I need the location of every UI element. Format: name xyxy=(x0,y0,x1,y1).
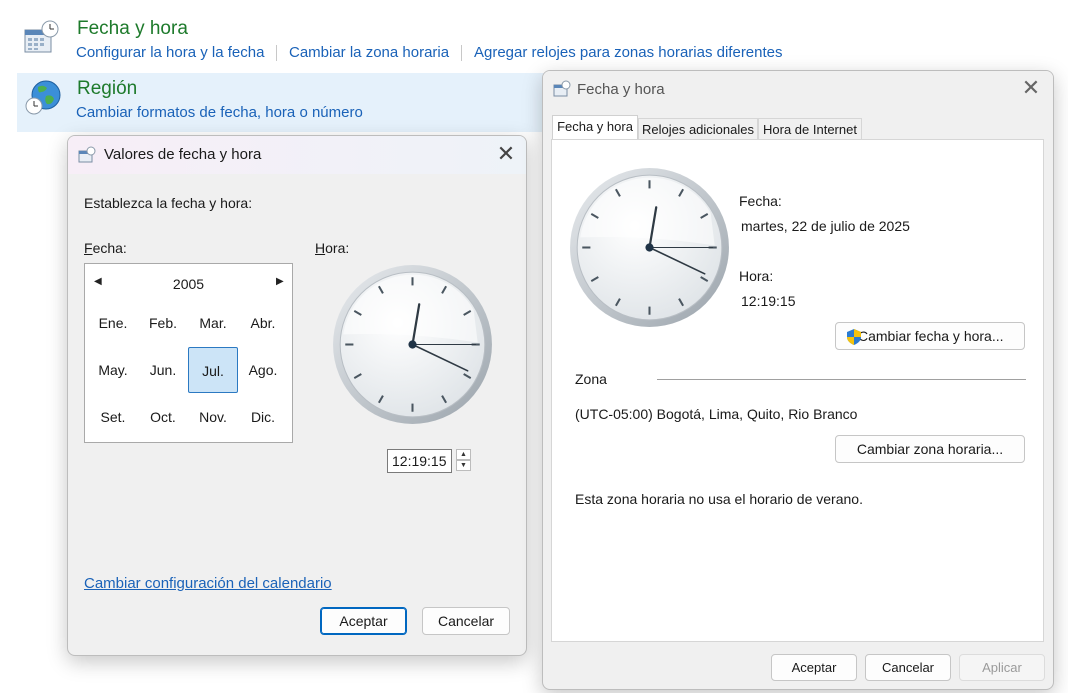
calendar-year[interactable]: 2005 xyxy=(85,276,292,292)
calendar-clock-icon xyxy=(24,20,60,56)
change-datetime-label: Cambiar fecha y hora... xyxy=(858,328,1004,344)
month-cell[interactable]: Mar. xyxy=(188,300,238,346)
month-cell[interactable]: May. xyxy=(88,347,138,393)
date-value: martes, 22 de julio de 2025 xyxy=(741,218,910,234)
date-label: Fecha: xyxy=(739,193,782,209)
region-category-title[interactable]: Región xyxy=(77,78,137,100)
month-cell[interactable]: Feb. xyxy=(138,300,188,346)
change-formats-link[interactable]: Cambiar formatos de fecha, hora o número xyxy=(76,104,363,121)
date-label: Fecha: xyxy=(84,240,127,256)
datetime-category-title[interactable]: Fecha y hora xyxy=(77,18,188,40)
clock-center xyxy=(408,340,417,349)
time-up-button[interactable]: ▲ xyxy=(456,449,471,460)
time-label-text: ora: xyxy=(325,240,350,256)
set-time-date-link[interactable]: Configurar la hora y la fecha xyxy=(76,44,264,61)
analog-clock-right xyxy=(568,166,731,331)
time-label: Hora: xyxy=(315,240,349,256)
date-label-accesskey: F xyxy=(84,240,93,256)
globe-clock-icon xyxy=(24,78,64,118)
link-separator xyxy=(276,45,277,61)
change-timezone-link[interactable]: Cambiar la zona horaria xyxy=(289,44,449,61)
date-label-text: echa: xyxy=(92,240,127,256)
year-calendar[interactable]: ◀ 2005 ▶ Ene. Feb. Mar. Abr. May. Jun. Jul. Ago… xyxy=(84,263,293,443)
clock-center xyxy=(645,243,654,252)
shield-icon xyxy=(845,328,863,354)
close-icon[interactable]: ✕ xyxy=(1017,77,1045,99)
ok-button[interactable]: Aceptar xyxy=(320,607,407,635)
month-cell[interactable]: Nov. xyxy=(188,394,238,440)
time-input-value: 12:19:15 xyxy=(392,453,447,469)
time-value: 12:19:15 xyxy=(741,293,796,309)
time-down-button[interactable]: ▼ xyxy=(456,460,471,471)
link-separator xyxy=(461,45,462,61)
calendar-clock-icon xyxy=(553,80,571,101)
calendar-settings-link[interactable]: Cambiar configuración del calendario xyxy=(84,575,332,592)
tab-additional-clocks[interactable]: Relojes adicionales xyxy=(638,118,758,140)
time-label-accesskey: H xyxy=(315,240,326,256)
dialog-title: Fecha y hora xyxy=(577,81,665,98)
dialog-titlebar: Fecha y hora ✕ xyxy=(543,71,1053,107)
change-datetime-button[interactable]: Cambiar fecha y hora... xyxy=(835,322,1025,350)
cancel-button[interactable]: Cancelar xyxy=(865,654,951,681)
time-input[interactable]: 12:19:15 xyxy=(387,449,452,473)
close-icon[interactable]: ✕ xyxy=(492,143,520,165)
month-cell[interactable]: Dic. xyxy=(238,394,288,440)
datetime-properties-dialog: Fecha y hora ✕ Fecha y hora Relojes adic… xyxy=(542,70,1054,690)
zone-value: (UTC-05:00) Bogotá, Lima, Quito, Rio Bra… xyxy=(575,406,858,422)
month-cell[interactable]: Jul. xyxy=(188,347,238,393)
instruction-text: Establezca la fecha y hora: xyxy=(84,195,253,211)
cancel-button[interactable]: Cancelar xyxy=(422,607,510,635)
dialog-titlebar: Valores de fecha y hora ✕ xyxy=(68,136,526,174)
month-cell[interactable]: Ago. xyxy=(238,347,288,393)
ok-button[interactable]: Aceptar xyxy=(771,654,857,681)
month-cell[interactable]: Ene. xyxy=(88,300,138,346)
calendar-clock-icon xyxy=(78,146,96,167)
time-label: Hora: xyxy=(739,268,774,284)
dst-note: Esta zona horaria no usa el horario de v… xyxy=(575,491,863,507)
zone-label: Zona xyxy=(575,371,607,387)
change-timezone-button[interactable]: Cambiar zona horaria... xyxy=(835,435,1025,463)
month-cell[interactable]: Oct. xyxy=(138,394,188,440)
apply-button[interactable]: Aplicar xyxy=(959,654,1045,681)
month-cell[interactable]: Abr. xyxy=(238,300,288,346)
analog-clock-left xyxy=(331,263,494,429)
datetime-settings-dialog: Valores de fecha y hora ✕ Establezca la … xyxy=(67,135,527,656)
zone-divider xyxy=(657,379,1026,380)
tab-date-time[interactable]: Fecha y hora xyxy=(552,115,638,140)
tab-internet-time[interactable]: Hora de Internet xyxy=(758,118,862,140)
next-year-arrow-icon[interactable]: ▶ xyxy=(276,276,284,287)
month-cell[interactable]: Set. xyxy=(88,394,138,440)
add-clocks-link[interactable]: Agregar relojes para zonas horarias dife… xyxy=(474,44,783,61)
tab-panel: Fecha: martes, 22 de julio de 2025 Hora:… xyxy=(551,139,1044,642)
month-cell[interactable]: Jun. xyxy=(138,347,188,393)
dialog-title: Valores de fecha y hora xyxy=(104,146,262,163)
